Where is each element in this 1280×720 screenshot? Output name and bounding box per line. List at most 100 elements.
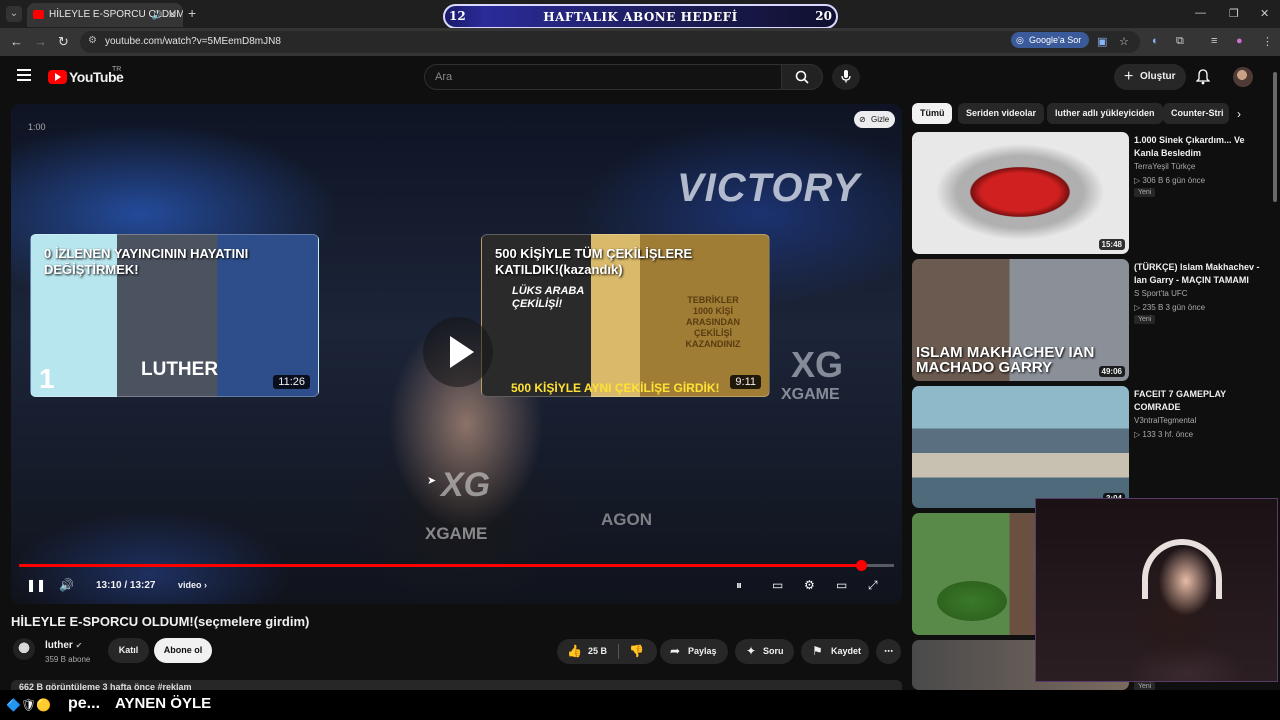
chip-uploader[interactable]: luther adlı yükleyiciden <box>1047 103 1163 124</box>
microphone-icon <box>841 70 851 83</box>
pause-icon[interactable]: ❚❚ <box>26 578 46 592</box>
autoplay-toggle-icon[interactable]: ⏸ <box>736 578 742 593</box>
endcard-name-overlay: LUTHER <box>141 359 219 380</box>
tab-search-menu-icon[interactable]: ⌄ <box>6 6 22 22</box>
reload-icon[interactable]: ↻ <box>58 34 69 50</box>
endcard-title-line1: 500 KİŞİYLE TÜM ÇEKİLİŞLERE <box>495 246 693 261</box>
channel-name[interactable]: V3ntralTegmental <box>1134 416 1196 425</box>
video-thumbnail[interactable]: ISLAM MAKHACHEV IAN MACHADO GARRY 49:06 <box>912 259 1129 381</box>
new-tab-icon[interactable]: + <box>188 5 196 21</box>
like-dislike-group: 👍 25 B 👎 <box>557 639 657 664</box>
scrubber-handle[interactable] <box>855 560 867 571</box>
puzzle-icon[interactable]: ⧉ <box>1176 35 1184 48</box>
scene-text-xgame: XGAME <box>781 386 840 403</box>
browser-menu-icon[interactable]: ⋮ <box>1262 35 1273 48</box>
video-meta: ▷ 133 3 hf. önce <box>1134 430 1194 439</box>
big-play-button[interactable] <box>423 317 493 387</box>
voice-search-button[interactable] <box>832 64 860 90</box>
chip-all[interactable]: Tümü <box>912 103 952 124</box>
hamburger-menu-icon[interactable] <box>17 69 31 81</box>
goal-target: 20 <box>815 9 832 23</box>
google-lens-icon: ◎ <box>1016 35 1024 45</box>
extension-icon[interactable]: ◐ <box>1152 35 1159 47</box>
cast-icon[interactable]: ▣ <box>1097 35 1107 48</box>
scrollbar-thumb[interactable] <box>1273 72 1277 202</box>
endcard-subtitle: 500 KİŞİYLE AYNI ÇEKİLİŞE GİRDİK! <box>511 381 720 395</box>
back-icon[interactable]: ← <box>10 34 23 49</box>
chip-counter-strike[interactable]: Counter-Stri <box>1163 103 1229 124</box>
notifications-bell-icon[interactable] <box>1195 69 1211 90</box>
chapter-button[interactable]: video › <box>178 580 207 590</box>
recommended-video[interactable]: 3:04 FACEIT 7 GAMEPLAY COMRADE V3ntralTe… <box>912 386 1272 508</box>
endscreen-video-card[interactable]: 0 İZLENEN YAYINCININ HAYATINI DEĞİŞTİRME… <box>30 234 319 397</box>
channel-name[interactable]: TerraYeşil Türkçe <box>1134 162 1195 171</box>
views-and-date[interactable]: 662 B görüntüleme 3 hafta önce #reklam <box>11 680 902 690</box>
close-window-icon[interactable]: ✕ <box>1260 7 1269 20</box>
chip-series[interactable]: Seriden videolar <box>958 103 1045 124</box>
more-actions-icon[interactable]: ⋯ <box>876 639 901 664</box>
video-thumbnail[interactable]: 15:48 <box>912 132 1129 254</box>
ticker-username: pe... <box>68 695 101 712</box>
channel-name[interactable]: S Sport'ta UFC <box>1134 289 1188 298</box>
endcard-title-line2: KATILDIK!(kazandık) <box>495 262 623 277</box>
like-count[interactable]: 25 B <box>588 639 607 664</box>
forward-icon[interactable]: → <box>34 34 47 49</box>
progress-bar[interactable] <box>19 560 894 571</box>
account-avatar[interactable] <box>1233 67 1253 87</box>
subscribe-button[interactable]: Abone ol <box>154 638 212 663</box>
video-title[interactable]: (TÜRKÇE) Islam Makhachev - Ian Garry - M… <box>1134 261 1262 287</box>
fullscreen-icon[interactable]: ⤢ <box>868 578 878 593</box>
url-field[interactable]: ⚙ youtube.com/watch?v=5MEemD8mJN8 <box>80 31 1140 53</box>
video-player[interactable]: VICTORY XG XGAME XG XGAME AGON 1:00 ⊘ Gi… <box>11 104 902 604</box>
theater-mode-icon[interactable]: ▭ <box>836 578 847 592</box>
browser-tab[interactable]: HİLEYLE E-SPORCU OLDUM 🔊 ✕ <box>27 3 183 27</box>
chevron-right-icon[interactable]: › <box>1237 107 1241 121</box>
site-info-icon[interactable]: ⚙ <box>88 35 97 46</box>
video-duration: 49:06 <box>1098 366 1125 377</box>
channel-name[interactable]: luther ✔ <box>45 640 82 651</box>
video-meta: ▷ 235 B 3 gün önce <box>1134 303 1206 312</box>
create-button[interactable]: + Oluştur <box>1114 64 1186 90</box>
join-button[interactable]: Katıl <box>108 638 149 663</box>
google-ask-button[interactable]: ◎ Google'a Sor <box>1011 32 1089 48</box>
minimize-icon[interactable]: — <box>1195 7 1206 19</box>
thumbs-down-icon[interactable]: 👎 <box>629 639 644 664</box>
hide-endcards-button[interactable]: ⊘ Gizle <box>854 111 895 128</box>
search-input[interactable]: Ara <box>424 64 782 90</box>
youtube-favicon-icon <box>33 10 44 19</box>
thumbs-up-icon[interactable]: 👍 <box>567 639 582 664</box>
save-button[interactable]: ⚑ Kaydet <box>801 639 869 664</box>
bookmark-star-icon[interactable]: ☆ <box>1119 35 1129 48</box>
video-title[interactable]: 1.000 Sinek Çıkardım... Ve Kanla Besledi… <box>1134 134 1262 160</box>
share-button[interactable]: ➦ Paylaş <box>660 639 728 664</box>
new-badge: Yeni <box>1134 315 1156 324</box>
volume-icon[interactable]: 🔊 <box>59 578 74 592</box>
media-control-icon[interactable]: ≡ <box>1211 35 1217 47</box>
endcard-title-line1: 0 İZLENEN YAYINCININ HAYATINI <box>44 246 249 261</box>
close-tab-icon[interactable]: ✕ <box>168 3 177 27</box>
profile-icon[interactable]: ● <box>1236 35 1243 47</box>
bookmark-icon: ⚑ <box>812 644 823 658</box>
ask-button[interactable]: ✦ Soru <box>735 639 794 664</box>
search-icon <box>795 70 809 84</box>
video-title[interactable]: FACEIT 7 GAMEPLAY COMRADE <box>1134 388 1262 414</box>
subscriber-goal-banner: 12 HAFTALIK ABONE HEDEFİ 20 <box>443 4 838 29</box>
speaker-icon[interactable]: 🔊 <box>152 3 163 27</box>
sparkle-icon: ✦ <box>746 644 757 658</box>
recommended-video[interactable]: ISLAM MAKHACHEV IAN MACHADO GARRY 49:06 … <box>912 259 1272 381</box>
youtube-header: YouTube TR Ara + Oluştur <box>0 56 1280 98</box>
recommended-video[interactable]: 15:48 1.000 Sinek Çıkardım... Ve Kanla B… <box>912 132 1272 254</box>
eye-off-icon: ⊘ <box>859 115 866 124</box>
settings-gear-icon[interactable]: ⚙ <box>804 578 815 592</box>
timecode-overlay: 1:00 <box>28 122 46 132</box>
video-thumbnail[interactable]: 3:04 <box>912 386 1129 508</box>
maximize-icon[interactable]: ❐ <box>1229 7 1239 20</box>
thumbnail-text: ISLAM MAKHACHEV IAN MACHADO GARRY <box>916 344 1095 376</box>
endcard-luks-text: LÜKS ARABA ÇEKİLİŞİ! <box>512 285 584 310</box>
search-button[interactable] <box>781 64 823 90</box>
like-divider <box>618 644 619 659</box>
endscreen-video-card[interactable]: 500 KİŞİYLE TÜM ÇEKİLİŞLERE KATILDIK!(ka… <box>481 234 770 397</box>
subtitles-icon[interactable]: ▭ <box>772 578 783 592</box>
channel-avatar[interactable] <box>13 638 35 660</box>
share-arrow-icon: ➦ <box>670 644 681 658</box>
